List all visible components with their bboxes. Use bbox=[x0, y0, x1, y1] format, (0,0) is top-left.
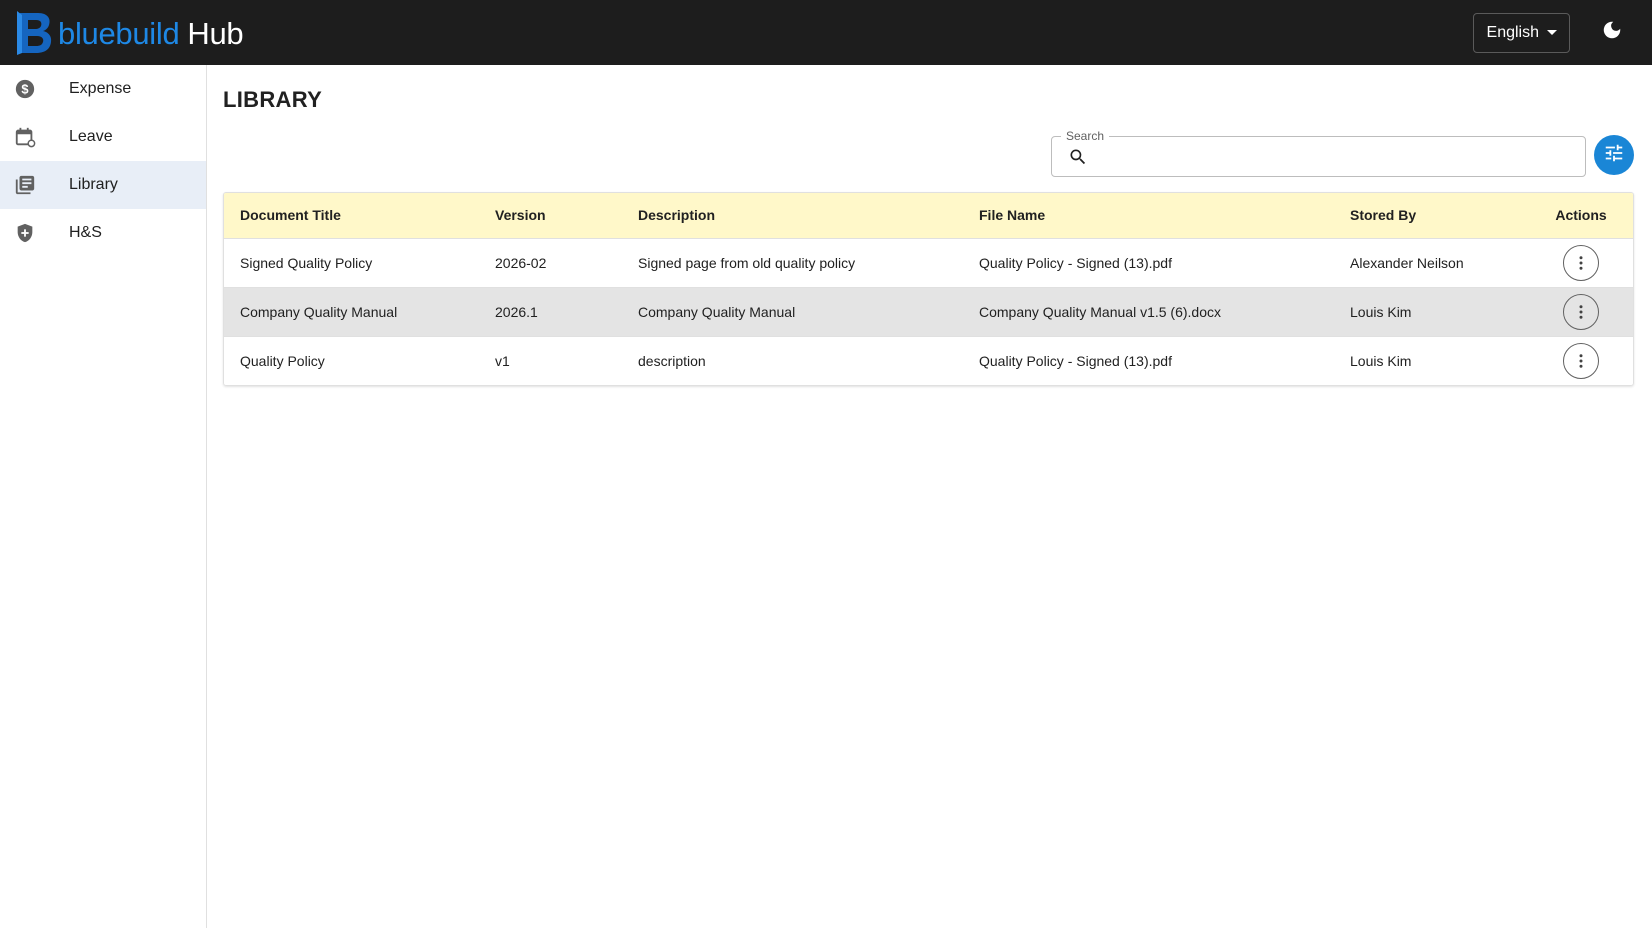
sidebar-item-expense[interactable]: $ Expense bbox=[0, 65, 206, 113]
cell-stored-by: Louis Kim bbox=[1334, 335, 1527, 385]
table-row[interactable]: Signed Quality Policy 2026-02 Signed pag… bbox=[224, 237, 1633, 287]
cell-version: 2026-02 bbox=[479, 237, 622, 287]
cell-description: Signed page from old quality policy bbox=[622, 237, 963, 287]
cell-document-title: Signed Quality Policy bbox=[224, 237, 479, 287]
table-header-row: Document Title Version Description File … bbox=[224, 193, 1633, 238]
search-input[interactable] bbox=[1096, 137, 1576, 176]
more-vertical-icon bbox=[1579, 255, 1583, 270]
column-header-stored-by[interactable]: Stored By bbox=[1334, 193, 1527, 238]
cell-file-name: Company Quality Manual v1.5 (6).docx bbox=[963, 286, 1334, 336]
cell-actions bbox=[1527, 335, 1633, 385]
language-select-label: English bbox=[1486, 23, 1539, 41]
filter-button[interactable] bbox=[1594, 135, 1634, 175]
shield-plus-icon bbox=[14, 222, 36, 244]
cell-document-title: Quality Policy bbox=[224, 335, 479, 385]
dollar-circle-icon: $ bbox=[14, 78, 36, 100]
cell-version: 2026.1 bbox=[479, 286, 622, 336]
cell-description: Company Quality Manual bbox=[622, 286, 963, 336]
sidebar: $ Expense Leave Library H&S bbox=[0, 65, 207, 928]
main-content: LIBRARY Search Document Title Version De… bbox=[207, 65, 1652, 928]
app-logo[interactable]: bluebuild Hub bbox=[14, 0, 244, 65]
row-actions-button[interactable] bbox=[1563, 342, 1599, 379]
language-select[interactable]: English bbox=[1472, 12, 1570, 53]
calendar-icon bbox=[14, 126, 36, 148]
more-vertical-icon bbox=[1579, 354, 1583, 368]
tune-icon bbox=[1603, 142, 1625, 169]
cell-stored-by: Louis Kim bbox=[1334, 286, 1527, 336]
table-row[interactable]: Company Quality Manual 2026.1 Company Qu… bbox=[224, 286, 1633, 336]
page-title: LIBRARY bbox=[223, 87, 323, 112]
svg-text:$: $ bbox=[21, 82, 28, 97]
column-header-actions: Actions bbox=[1527, 193, 1633, 238]
top-app-bar: bluebuild Hub English bbox=[0, 0, 1652, 65]
cell-version: v1 bbox=[479, 335, 622, 385]
cell-actions bbox=[1527, 286, 1633, 336]
column-header-file-name[interactable]: File Name bbox=[963, 193, 1334, 238]
sidebar-item-label: Library bbox=[69, 176, 118, 193]
column-header-document-title[interactable]: Document Title bbox=[224, 193, 479, 238]
cell-description: description bbox=[622, 335, 963, 385]
sidebar-item-hs[interactable]: H&S bbox=[0, 209, 206, 257]
cell-actions bbox=[1527, 237, 1633, 287]
library-table: Document Title Version Description File … bbox=[223, 192, 1634, 386]
sidebar-item-library[interactable]: Library bbox=[0, 161, 206, 209]
search-field[interactable]: Search bbox=[1051, 129, 1586, 177]
column-header-description[interactable]: Description bbox=[622, 193, 963, 238]
cell-stored-by: Alexander Neilson bbox=[1334, 237, 1527, 287]
column-header-version[interactable]: Version bbox=[479, 193, 622, 238]
row-actions-button[interactable] bbox=[1563, 244, 1599, 281]
cell-file-name: Quality Policy - Signed (13).pdf bbox=[963, 335, 1334, 385]
row-actions-button[interactable] bbox=[1563, 293, 1599, 330]
cell-document-title: Company Quality Manual bbox=[224, 286, 479, 336]
table-row[interactable]: Quality Policy v1 description Quality Po… bbox=[224, 335, 1633, 385]
sidebar-item-label: Expense bbox=[69, 80, 132, 97]
search-icon bbox=[1068, 147, 1088, 167]
cell-file-name: Quality Policy - Signed (13).pdf bbox=[963, 237, 1334, 287]
sidebar-item-leave[interactable]: Leave bbox=[0, 113, 206, 161]
bluebuild-logo-icon bbox=[14, 9, 56, 57]
theme-toggle-button[interactable] bbox=[1592, 13, 1632, 53]
logo-text-sub: Hub bbox=[187, 16, 244, 51]
library-books-icon bbox=[14, 174, 36, 196]
sidebar-item-label: Leave bbox=[69, 128, 113, 145]
chevron-down-icon bbox=[1547, 30, 1557, 35]
moon-icon bbox=[1601, 19, 1623, 46]
sidebar-item-label: H&S bbox=[69, 224, 102, 241]
logo-text-main: bluebuild bbox=[58, 16, 180, 51]
more-vertical-icon bbox=[1579, 304, 1583, 319]
